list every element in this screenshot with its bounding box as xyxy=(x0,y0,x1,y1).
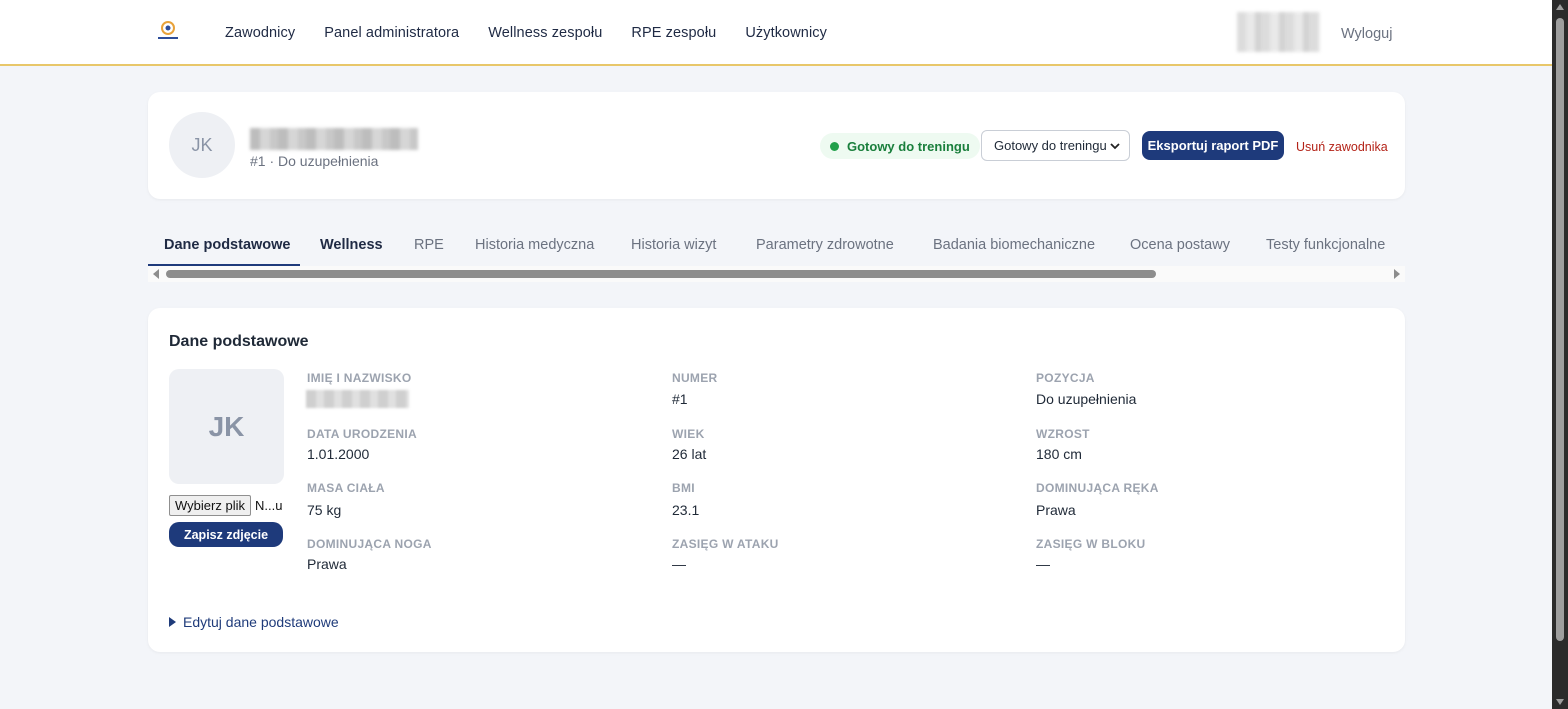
field-value-bmi: 23.1 xyxy=(672,502,700,518)
field-value-dominant-hand: Prawa xyxy=(1036,502,1076,518)
field-value-block-reach: — xyxy=(1036,556,1050,572)
scrollbar-thumb[interactable] xyxy=(1556,18,1564,641)
remove-player-link[interactable]: Usuń zawodnika xyxy=(1296,140,1388,154)
field-value-number: #1 xyxy=(672,391,688,407)
tabs-scrollbar[interactable] xyxy=(148,266,1405,282)
player-photo: JK xyxy=(169,369,284,484)
file-name: N...u xyxy=(255,498,283,513)
field-label-body-mass: MASA CIAŁA xyxy=(307,481,385,495)
tab-health-parameters[interactable]: Parametry zdrowotne xyxy=(756,237,894,253)
user-info-redacted xyxy=(1237,12,1320,52)
field-value-position: Do uzupełnienia xyxy=(1036,391,1137,407)
tab-basic-data[interactable]: Dane podstawowe xyxy=(164,237,291,253)
scroll-left-icon[interactable] xyxy=(153,269,159,279)
tab-wellness[interactable]: Wellness xyxy=(320,237,383,253)
tab-rpe[interactable]: RPE xyxy=(414,237,444,253)
nav-item-admin-panel[interactable]: Panel administratora xyxy=(324,25,459,41)
scroll-down-icon[interactable] xyxy=(1556,699,1564,705)
section-title: Dane podstawowe xyxy=(169,333,309,350)
avatar: JK xyxy=(169,112,235,178)
nav-item-team-rpe[interactable]: RPE zespołu xyxy=(631,25,716,41)
field-label-full-name: IMIĘ I NAZWISKO xyxy=(307,371,412,385)
field-value-height: 180 cm xyxy=(1036,446,1082,462)
field-label-birth-date: DATA URODZENIA xyxy=(307,427,417,441)
scroll-up-icon[interactable] xyxy=(1556,4,1564,10)
field-label-age: WIEK xyxy=(672,427,705,441)
field-label-height: WZROST xyxy=(1036,427,1090,441)
status-select[interactable]: Gotowy do treningu xyxy=(981,130,1130,161)
main-nav: Zawodnicy Panel administratora Wellness … xyxy=(225,0,856,66)
player-header-card: JK #1 · Do uzupełnienia Gotowy do trenin… xyxy=(148,92,1405,199)
export-pdf-button[interactable]: Eksportuj raport PDF xyxy=(1142,131,1284,160)
basic-data-card: Dane podstawowe JK Wybierz plik N...u Za… xyxy=(148,308,1405,652)
save-photo-button[interactable]: Zapisz zdjęcie xyxy=(169,522,283,547)
nav-item-team-wellness[interactable]: Wellness zespołu xyxy=(488,25,602,41)
expand-triangle-icon xyxy=(169,617,176,627)
field-label-position: POZYCJA xyxy=(1036,371,1095,385)
tab-posture-assessment[interactable]: Ocena postawy xyxy=(1130,237,1230,253)
tabs-scrollbar-thumb[interactable] xyxy=(166,270,1156,278)
logout-link[interactable]: Wyloguj xyxy=(1341,26,1392,42)
field-label-dominant-leg: DOMINUJĄCA NOGA xyxy=(307,537,432,551)
choose-file-button[interactable]: Wybierz plik xyxy=(169,495,251,516)
field-value-body-mass: 75 kg xyxy=(307,502,342,518)
field-label-attack-reach: ZASIĘG W ATAKU xyxy=(672,537,779,551)
chevron-down-icon xyxy=(1110,143,1120,150)
tab-biomechanical-tests[interactable]: Badania biomechaniczne xyxy=(933,237,1095,253)
nav-item-users[interactable]: Użytkownicy xyxy=(745,25,827,41)
edit-basic-data-toggle[interactable]: Edytuj dane podstawowe xyxy=(169,614,339,630)
full-name-redacted xyxy=(306,390,409,408)
tab-medical-history[interactable]: Historia medyczna xyxy=(475,237,594,253)
status-badge-label: Gotowy do treningu xyxy=(847,138,970,154)
field-value-age: 26 lat xyxy=(672,446,707,462)
player-subline: #1 · Do uzupełnienia xyxy=(250,153,379,169)
tab-functional-tests[interactable]: Testy funkcjonalne xyxy=(1266,237,1385,253)
nav-item-zawodnicy[interactable]: Zawodnicy xyxy=(225,25,295,41)
status-badge: Gotowy do treningu xyxy=(820,133,980,159)
edit-toggle-label: Edytuj dane podstawowe xyxy=(183,614,339,630)
logo[interactable] xyxy=(155,18,181,44)
field-value-birth-date: 1.01.2000 xyxy=(307,446,370,462)
scroll-right-icon[interactable] xyxy=(1394,269,1400,279)
status-dot-icon xyxy=(830,141,839,151)
player-name-redacted xyxy=(250,128,418,150)
field-label-bmi: BMI xyxy=(672,481,695,495)
field-label-block-reach: ZASIĘG W BLOKU xyxy=(1036,537,1146,551)
field-value-dominant-leg: Prawa xyxy=(307,556,347,572)
page-scrollbar[interactable] xyxy=(1552,0,1568,709)
field-value-attack-reach: — xyxy=(672,556,686,572)
top-navbar: Zawodnicy Panel administratora Wellness … xyxy=(0,0,1552,66)
tab-visit-history[interactable]: Historia wizyt xyxy=(631,237,716,253)
status-select-value: Gotowy do treningu xyxy=(994,138,1107,153)
tab-bar: Dane podstawowe Wellness RPE Historia me… xyxy=(148,228,1405,266)
field-label-dominant-hand: DOMINUJĄCA RĘKA xyxy=(1036,481,1159,495)
field-label-number: NUMER xyxy=(672,371,718,385)
